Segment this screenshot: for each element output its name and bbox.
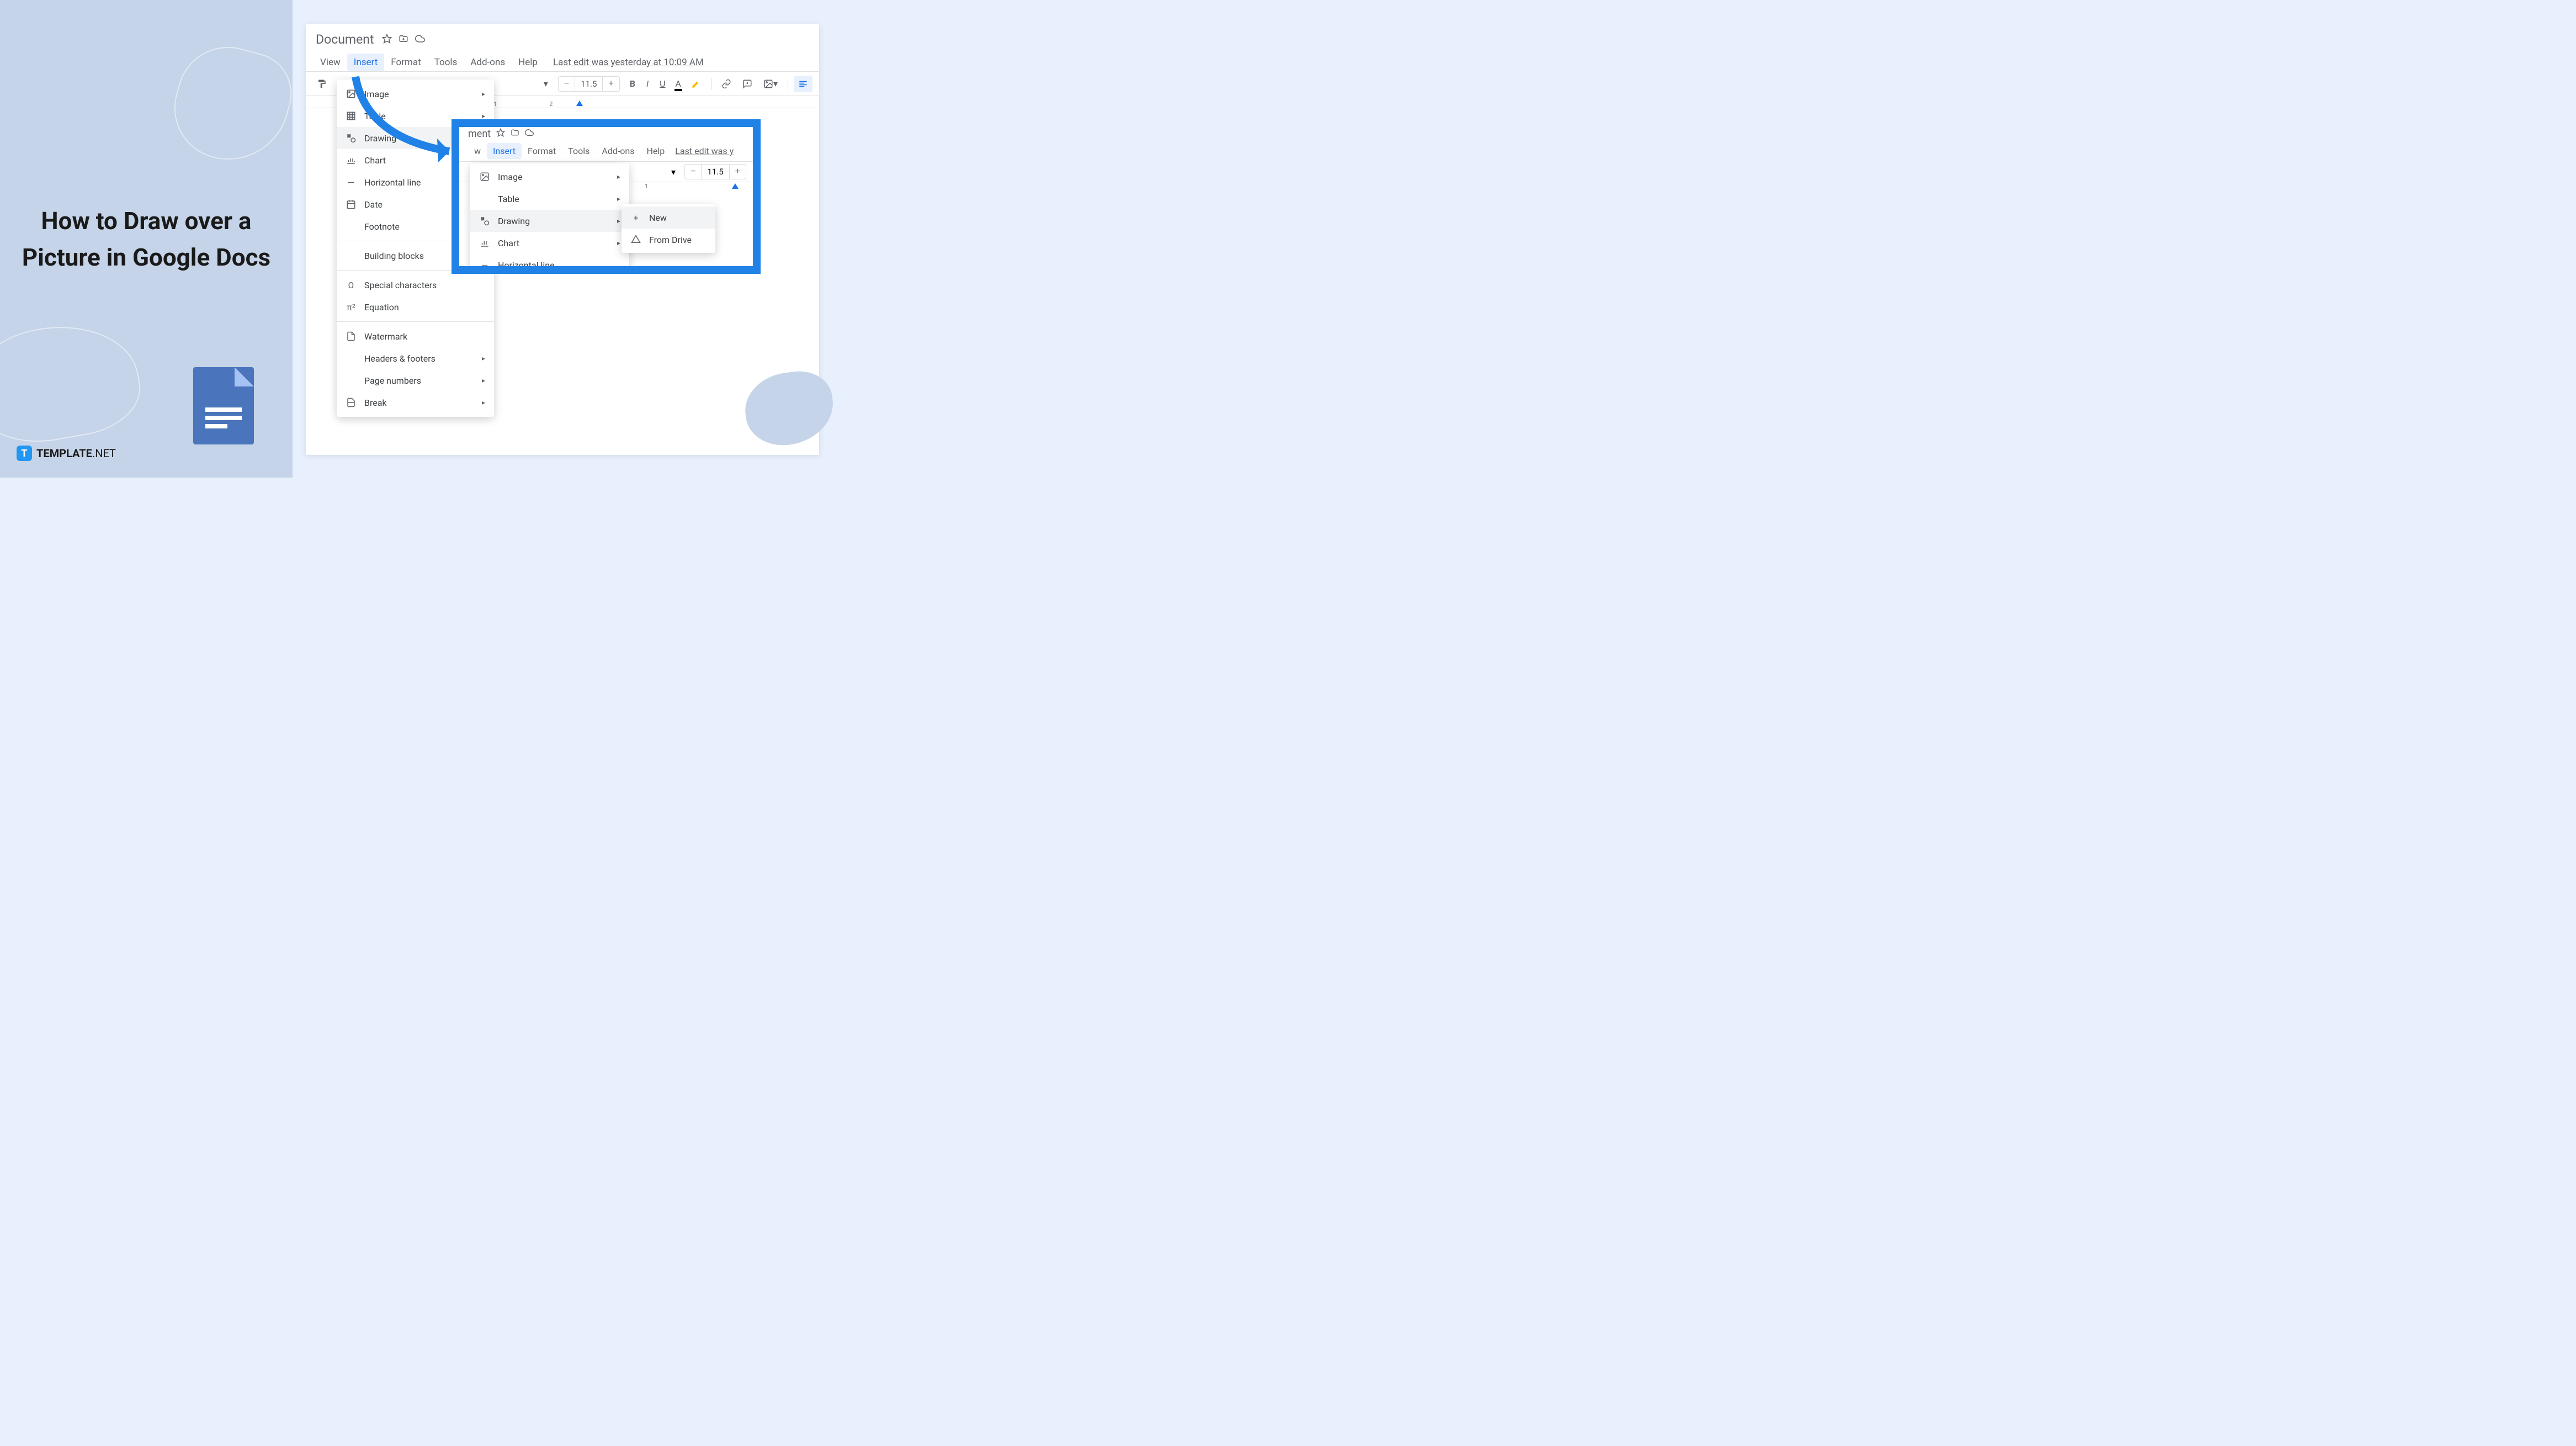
break-icon — [346, 397, 357, 408]
paint-format-icon[interactable] — [312, 76, 331, 92]
menu-format[interactable]: Format — [384, 54, 427, 71]
font-size-increase[interactable]: + — [730, 165, 746, 179]
menu-item-equation[interactable]: π² Equation — [337, 296, 494, 318]
chart-icon — [479, 237, 490, 248]
ruler-indent-marker[interactable] — [732, 183, 739, 189]
brand-icon: T — [17, 446, 32, 461]
drawing-icon — [479, 215, 490, 226]
brand-logo: T TEMPLATE.NET — [17, 446, 116, 461]
tutorial-left-panel: How to Draw over a Picture in Google Doc… — [0, 0, 293, 478]
image-icon — [479, 171, 490, 182]
drawing-submenu: + New From Drive — [622, 204, 715, 253]
menu-item-headers-footers[interactable]: Headers & footers ▸ — [337, 347, 494, 369]
font-size-increase[interactable]: + — [603, 77, 619, 91]
image-icon[interactable]: ▾ — [759, 75, 782, 92]
link-icon[interactable] — [717, 76, 736, 92]
menu-insert[interactable]: Insert — [347, 54, 385, 71]
plus-icon: + — [630, 212, 641, 223]
align-icon[interactable] — [794, 76, 812, 92]
callout-highlight-box: ment w Insert Format Tools Add-ons Help … — [452, 119, 761, 274]
ruler-indent-marker[interactable] — [576, 100, 583, 106]
callout-item-image[interactable]: Image ▸ — [470, 166, 629, 188]
italic-button[interactable]: I — [642, 75, 653, 92]
bold-button[interactable]: B — [625, 75, 640, 92]
text-color-button[interactable]: A — [672, 76, 684, 91]
chevron-right-icon: ▸ — [482, 354, 485, 362]
docs-window: Document View Insert Format Tools Add-on… — [306, 24, 819, 455]
callout-menu-insert[interactable]: Insert — [487, 143, 522, 159]
menubar: View Insert Format Tools Add-ons Help La… — [306, 50, 819, 71]
calendar-icon — [346, 199, 357, 210]
callout-item-hline[interactable]: — Horizontal line — [470, 254, 629, 274]
font-size-value[interactable]: 11.5 — [701, 165, 729, 179]
star-icon[interactable] — [382, 34, 392, 46]
callout-menu-tools[interactable]: Tools — [562, 143, 596, 159]
underline-button[interactable]: U — [655, 75, 670, 92]
doc-title-fragment: ment — [468, 128, 491, 140]
callout-ruler: 1 — [637, 181, 753, 191]
google-docs-icon — [193, 367, 254, 444]
chevron-right-icon: ▸ — [617, 239, 620, 247]
callout-insert-menu: Image ▸ Table ▸ Drawing ▸ Chart ▸ — Hori… — [470, 163, 629, 274]
font-size-value[interactable]: 11.5 — [575, 77, 603, 91]
menu-addons[interactable]: Add-ons — [464, 54, 512, 71]
chevron-right-icon: ▸ — [482, 399, 485, 406]
callout-item-chart[interactable]: Chart ▸ — [470, 232, 629, 254]
dropdown-caret-icon[interactable]: ▾ — [539, 75, 553, 92]
menu-item-break[interactable]: Break ▸ — [337, 391, 494, 414]
menu-view[interactable]: View — [314, 54, 347, 71]
chevron-right-icon: ▸ — [617, 173, 620, 181]
callout-item-table[interactable]: Table ▸ — [470, 188, 629, 210]
submenu-new[interactable]: + New — [622, 206, 715, 229]
callout-menu-format[interactable]: Format — [522, 143, 562, 159]
callout-arrow-icon — [339, 71, 471, 165]
menu-item-special-chars[interactable]: Ω Special characters — [337, 274, 494, 296]
hline-icon: — — [479, 259, 490, 271]
move-icon[interactable] — [399, 34, 408, 46]
document-title[interactable]: Document — [316, 32, 374, 47]
font-size-decrease[interactable]: − — [685, 165, 701, 179]
chevron-right-icon: ▸ — [482, 90, 485, 98]
font-size-decrease[interactable]: − — [559, 77, 575, 91]
menu-tools[interactable]: Tools — [428, 54, 464, 71]
dropdown-caret-icon[interactable]: ▾ — [668, 167, 679, 177]
last-edit-link[interactable]: Last edit was yesterday at 10:09 AM — [553, 54, 704, 71]
omega-icon: Ω — [346, 279, 357, 290]
cloud-icon[interactable] — [525, 128, 534, 140]
highlight-button[interactable] — [687, 76, 705, 92]
menu-item-watermark[interactable]: Watermark — [337, 325, 494, 347]
star-icon[interactable] — [496, 128, 505, 140]
cloud-icon[interactable] — [415, 34, 425, 46]
menu-item-page-numbers[interactable]: Page numbers ▸ — [337, 369, 494, 391]
callout-menu-addons[interactable]: Add-ons — [596, 143, 640, 159]
pi-icon: π² — [346, 301, 357, 312]
hline-icon: — — [346, 177, 357, 188]
chevron-right-icon: ▸ — [617, 195, 620, 203]
menu-help[interactable]: Help — [512, 54, 544, 71]
callout-menu-help[interactable]: Help — [641, 143, 671, 159]
tutorial-title: How to Draw over a Picture in Google Doc… — [17, 203, 276, 276]
font-size-control: − 11.5 + — [558, 76, 620, 92]
move-icon[interactable] — [511, 128, 519, 140]
brand-text: TEMPLATE.NET — [36, 447, 116, 460]
submenu-from-drive[interactable]: From Drive — [622, 229, 715, 251]
comment-icon[interactable] — [738, 76, 757, 92]
watermark-icon — [346, 331, 357, 342]
chevron-right-icon: ▸ — [617, 217, 620, 225]
callout-item-drawing[interactable]: Drawing ▸ — [470, 210, 629, 232]
drive-icon — [630, 234, 641, 245]
chevron-right-icon: ▸ — [482, 112, 485, 120]
callout-last-edit[interactable]: Last edit was y — [671, 143, 738, 159]
chevron-right-icon: ▸ — [482, 377, 485, 384]
